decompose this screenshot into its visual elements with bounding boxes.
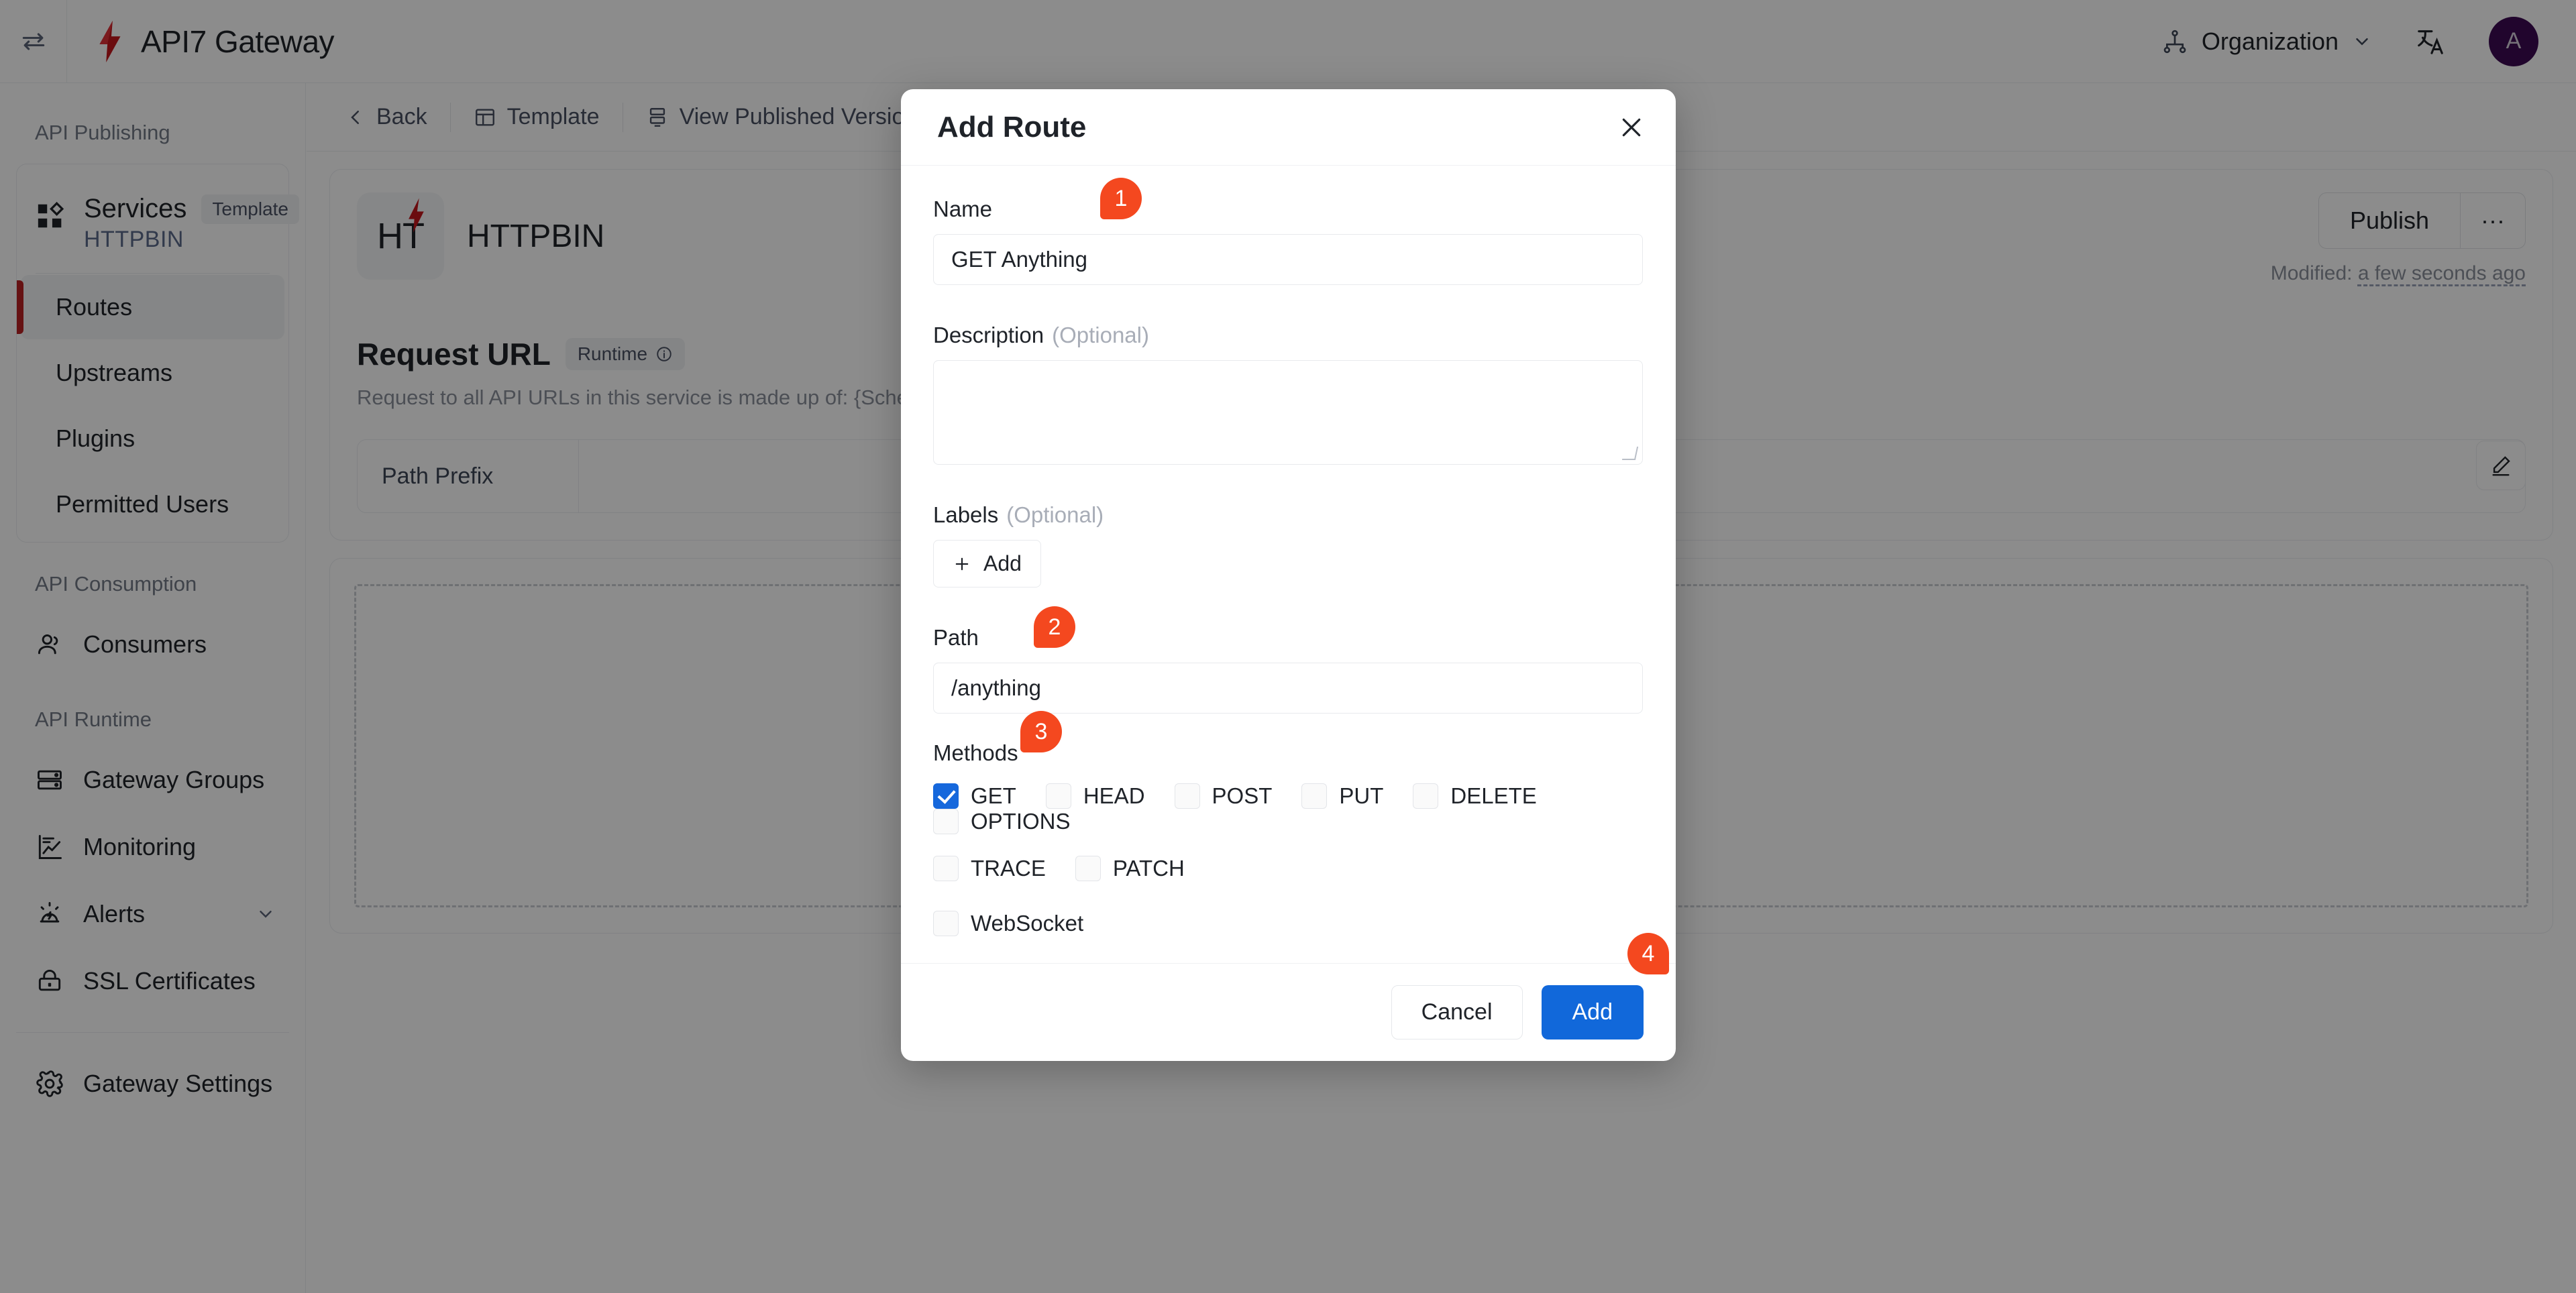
method-checkbox-delete[interactable]: DELETE [1413,783,1537,809]
step-badge-1-number: 1 [1114,185,1128,211]
method-label: GET [971,783,1016,808]
step-badge-2: 2 [1034,606,1075,648]
method-checkbox-options[interactable]: OPTIONS [933,809,1071,834]
checkbox-box[interactable] [1174,783,1200,809]
description-label-text: Description [933,323,1044,347]
add-button[interactable]: Add [1541,985,1644,1039]
methods-label-text: Methods [933,740,1018,765]
checkbox-box[interactable] [1075,856,1101,881]
checkbox-box[interactable] [933,856,959,881]
dialog-header: Add Route [901,89,1676,166]
add-label-text: Add [983,551,1022,575]
method-label: PATCH [1112,856,1185,881]
close-icon[interactable] [1618,114,1645,141]
app-root: API7 Gateway Organization A API Publishi… [0,0,2576,1293]
checkbox-box[interactable] [933,783,959,809]
websocket-label: WebSocket [971,911,1084,936]
step-badge-4: 4 [1627,933,1669,974]
description-optional-text: (Optional) [1052,323,1149,347]
method-checkbox-post[interactable]: POST [1174,783,1273,809]
method-checkbox-head[interactable]: HEAD [1045,783,1145,809]
dialog-body: Name GET Anything 1 Description (Optiona… [901,166,1676,963]
add-label-button[interactable]: Add [933,540,1041,587]
name-input-value: GET Anything [951,247,1088,272]
websocket-checkbox[interactable]: WebSocket [933,911,1083,936]
method-label: DELETE [1450,783,1537,808]
checkbox-box[interactable] [933,911,959,936]
step-badge-3-number: 3 [1034,718,1048,744]
methods-row-1: GET HEAD POST PUT DELETE OPTIONS [933,783,1644,834]
methods-row-2: TRACE PATCH [933,856,1644,881]
checkbox-box[interactable] [1413,783,1439,809]
checkbox-box[interactable] [1301,783,1328,809]
path-input-value: /anything [951,675,1041,700]
method-label: PUT [1339,783,1384,808]
path-label-text: Path [933,625,979,650]
description-textarea[interactable] [933,360,1643,465]
method-label: POST [1212,783,1273,808]
dialog-footer: Cancel Add 4 [901,933,1676,1061]
labels-label-text: Labels [933,502,999,527]
method-checkbox-get[interactable]: GET [933,783,1016,809]
plus-icon [953,555,971,573]
labels-optional-text: (Optional) [1006,502,1104,527]
method-label: OPTIONS [971,809,1071,834]
method-checkbox-patch[interactable]: PATCH [1075,856,1185,881]
method-label: HEAD [1083,783,1145,808]
description-field-label: Description (Optional) [933,323,1644,348]
step-badge-4-number: 4 [1642,940,1655,966]
checkbox-box[interactable] [1045,783,1071,809]
name-label-text: Name [933,196,993,221]
checkbox-box[interactable] [933,809,959,834]
method-checkbox-put[interactable]: PUT [1301,783,1383,809]
method-label: TRACE [971,856,1046,881]
name-field-label: Name [933,196,1644,222]
path-field-label: Path 2 [933,606,1644,651]
step-badge-1: 1 [1100,178,1142,219]
websocket-row: WebSocket [933,911,1644,936]
methods-field-label: Methods 3 [933,711,1644,766]
labels-field-label: Labels (Optional) [933,502,1644,528]
add-route-dialog: Add Route Name GET Anything 1 Descriptio… [901,89,1676,1061]
path-input[interactable]: /anything [933,663,1643,714]
step-badge-3: 3 [1020,711,1062,752]
name-input[interactable]: GET Anything [933,234,1643,285]
step-badge-2-number: 2 [1048,614,1061,640]
cancel-button[interactable]: Cancel [1391,985,1523,1039]
dialog-title: Add Route [937,110,1087,144]
method-checkbox-trace[interactable]: TRACE [933,856,1046,881]
